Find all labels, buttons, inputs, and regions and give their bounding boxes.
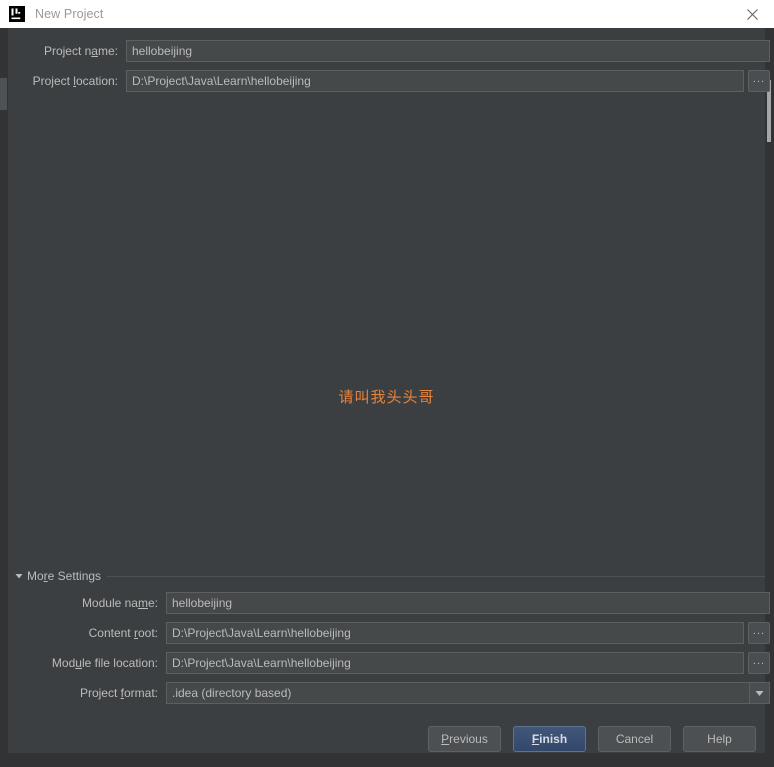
finish-button[interactable]: Finish (513, 726, 586, 752)
label-project-format: Project format: (79, 686, 158, 700)
project-format-select[interactable]: .idea (directory based) (166, 682, 770, 704)
close-icon[interactable] (730, 0, 774, 28)
label-module-file-location: Module file location: (51, 656, 158, 670)
background-window-bottom-edge (0, 753, 774, 767)
title-bar: New Project (0, 0, 774, 28)
new-project-dialog-window: New Project Project name: hellobeijing P… (0, 0, 774, 767)
watermark-text: 请叫我头头哥 (338, 388, 435, 406)
intellij-idea-icon (9, 6, 25, 22)
dialog-button-bar: Previous Finish Cancel Help (8, 725, 765, 753)
row-content-root: Content root: D:\Project\Java\Learn\hell… (8, 622, 770, 644)
label-project-location: Project location: (32, 74, 118, 88)
project-format-selected-value: .idea (directory based) (172, 686, 292, 700)
module-file-location-browse-button[interactable]: ... (748, 652, 770, 674)
more-settings-label: More Settings (27, 569, 102, 583)
row-project-format: Project format: .idea (directory based) (8, 682, 770, 704)
project-name-input[interactable]: hellobeijing (126, 40, 770, 62)
chevron-down-icon[interactable] (749, 683, 769, 703)
label-module-name: Module name: (81, 596, 158, 610)
background-window-left-highlight (0, 78, 7, 110)
project-location-browse-button[interactable]: ... (748, 70, 770, 92)
window-title: New Project (35, 7, 104, 21)
background-window-left-edge (0, 22, 8, 767)
label-content-root: Content root: (88, 626, 158, 640)
row-project-name: Project name: hellobeijing (8, 40, 770, 62)
previous-button[interactable]: Previous (428, 726, 501, 752)
dialog-content: Project name: hellobeijing Project locat… (8, 28, 770, 753)
row-module-file-location: Module file location: D:\Project\Java\Le… (8, 652, 770, 674)
module-name-input[interactable]: hellobeijing (166, 592, 770, 614)
content-root-input[interactable]: D:\Project\Java\Learn\hellobeijing (166, 622, 744, 644)
module-file-location-input[interactable]: D:\Project\Java\Learn\hellobeijing (166, 652, 744, 674)
cancel-button[interactable]: Cancel (598, 726, 671, 752)
row-module-name: Module name: hellobeijing (8, 592, 770, 614)
project-location-input[interactable]: D:\Project\Java\Learn\hellobeijing (126, 70, 744, 92)
content-root-browse-button[interactable]: ... (748, 622, 770, 644)
help-button[interactable]: Help (683, 726, 756, 752)
triangle-down-icon[interactable] (14, 571, 24, 581)
row-project-location: Project location: D:\Project\Java\Learn\… (8, 70, 770, 92)
more-settings-header[interactable]: More Settings (14, 569, 765, 583)
more-settings-divider (107, 575, 765, 577)
label-project-name: Project name: (43, 44, 118, 58)
